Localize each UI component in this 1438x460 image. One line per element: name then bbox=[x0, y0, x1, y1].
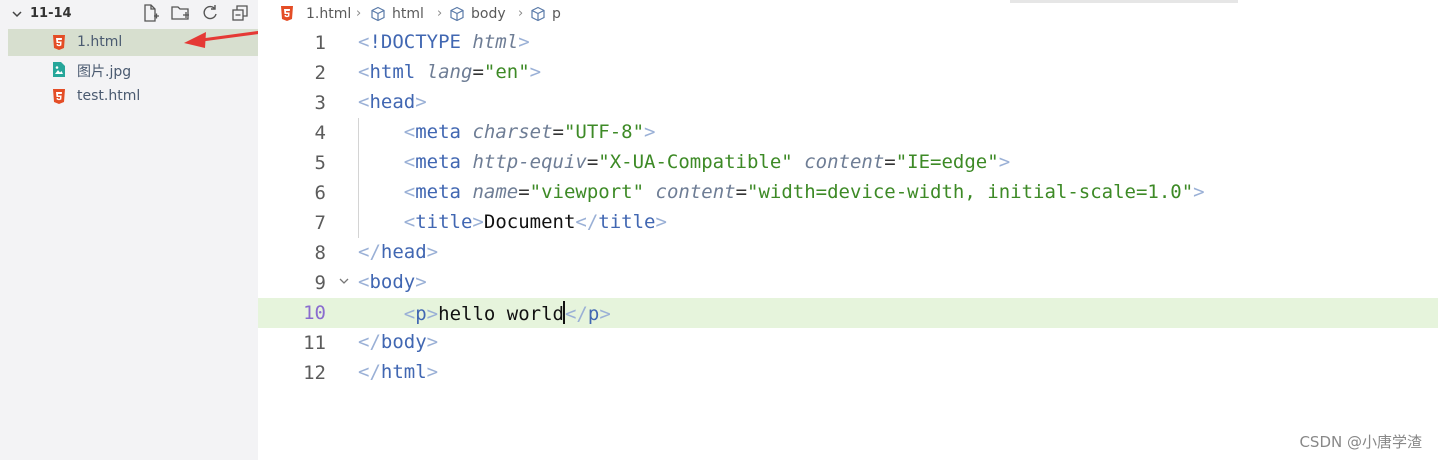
code-line-current[interactable]: 10 <p>hello world</p> bbox=[258, 298, 1438, 328]
new-file-icon[interactable] bbox=[140, 3, 162, 25]
code-line[interactable]: 3 <head> bbox=[258, 88, 1438, 118]
code-text: <head> bbox=[358, 91, 427, 113]
code-text: <p>hello world</p> bbox=[403, 301, 611, 325]
breadcrumb-label: body bbox=[471, 6, 506, 22]
code-line[interactable]: 4 <meta charset="UTF-8"> bbox=[258, 118, 1438, 148]
watermark: CSDN @小唐学渣 bbox=[1299, 433, 1422, 451]
line-number: 5 bbox=[314, 152, 326, 174]
code-line[interactable]: 12 </html> bbox=[258, 358, 1438, 388]
breadcrumb-label: 1.html bbox=[306, 6, 352, 22]
html5-icon bbox=[53, 89, 65, 104]
code-line[interactable]: 9 <body> bbox=[258, 268, 1438, 298]
code-line[interactable]: 7 <title>Document</title> bbox=[258, 208, 1438, 238]
code-text: </html> bbox=[358, 361, 439, 383]
line-number: 1 bbox=[314, 32, 326, 54]
line-number: 8 bbox=[314, 242, 326, 264]
top-shadow bbox=[1010, 0, 1238, 3]
code-text: <title>Document</title> bbox=[403, 211, 667, 233]
code-text: <meta http-equiv="X-UA-Compatible" conte… bbox=[403, 151, 1011, 173]
folder-name: 11-14 bbox=[30, 6, 72, 21]
breadcrumb-label: html bbox=[392, 6, 424, 22]
code-line[interactable]: 6 <meta name="viewport" content="width=d… bbox=[258, 178, 1438, 208]
chevron-down-icon[interactable] bbox=[10, 7, 24, 21]
file-name: 1.html bbox=[77, 34, 123, 50]
line-number: 11 bbox=[303, 332, 326, 354]
code-text: <body> bbox=[358, 271, 427, 293]
line-number: 9 bbox=[314, 272, 326, 294]
breadcrumb-label: p bbox=[552, 6, 561, 22]
line-number: 2 bbox=[314, 62, 326, 84]
code-text: </body> bbox=[358, 331, 439, 353]
cube-icon bbox=[531, 6, 545, 22]
file-item-image-jpg[interactable]: 图片.jpg bbox=[8, 56, 258, 83]
code-text: <html lang="en"> bbox=[358, 61, 542, 83]
html5-icon bbox=[53, 35, 65, 50]
code-line[interactable]: 5 <meta http-equiv="X-UA-Compatible" con… bbox=[258, 148, 1438, 178]
code-editor[interactable]: 1.html › html › body › p 1 <!DOCTYPE htm… bbox=[258, 0, 1438, 460]
explorer-sidebar: 11-14 1.html 图片.jpg test.html bbox=[0, 0, 293, 460]
code-line[interactable]: 11 </body> bbox=[258, 328, 1438, 358]
code-line[interactable]: 1 <!DOCTYPE html> bbox=[258, 28, 1438, 58]
line-number: 4 bbox=[314, 122, 326, 144]
code-text: </head> bbox=[358, 241, 439, 263]
line-number: 7 bbox=[314, 212, 326, 234]
line-number: 6 bbox=[314, 182, 326, 204]
fold-chevron-icon[interactable] bbox=[338, 275, 350, 287]
code-line[interactable]: 2 <html lang="en"> bbox=[258, 58, 1438, 88]
chevron-right-icon: › bbox=[518, 6, 524, 21]
line-number: 10 bbox=[303, 302, 326, 324]
code-text: <meta name="viewport" content="width=dev… bbox=[403, 181, 1205, 203]
code-text: <meta charset="UTF-8"> bbox=[403, 121, 656, 143]
line-number: 12 bbox=[303, 362, 326, 384]
file-name: test.html bbox=[77, 88, 141, 104]
code-line[interactable]: 8 </head> bbox=[258, 238, 1438, 268]
code-text: <!DOCTYPE html> bbox=[358, 31, 530, 53]
html5-icon bbox=[281, 6, 293, 21]
file-item-test-html[interactable]: test.html bbox=[8, 83, 258, 110]
image-icon bbox=[53, 62, 65, 77]
file-name: 图片.jpg bbox=[77, 64, 132, 80]
cube-icon bbox=[371, 6, 385, 22]
cube-icon bbox=[450, 6, 464, 22]
line-number: 3 bbox=[314, 92, 326, 114]
chevron-right-icon: › bbox=[356, 6, 362, 21]
chevron-right-icon: › bbox=[437, 6, 443, 21]
